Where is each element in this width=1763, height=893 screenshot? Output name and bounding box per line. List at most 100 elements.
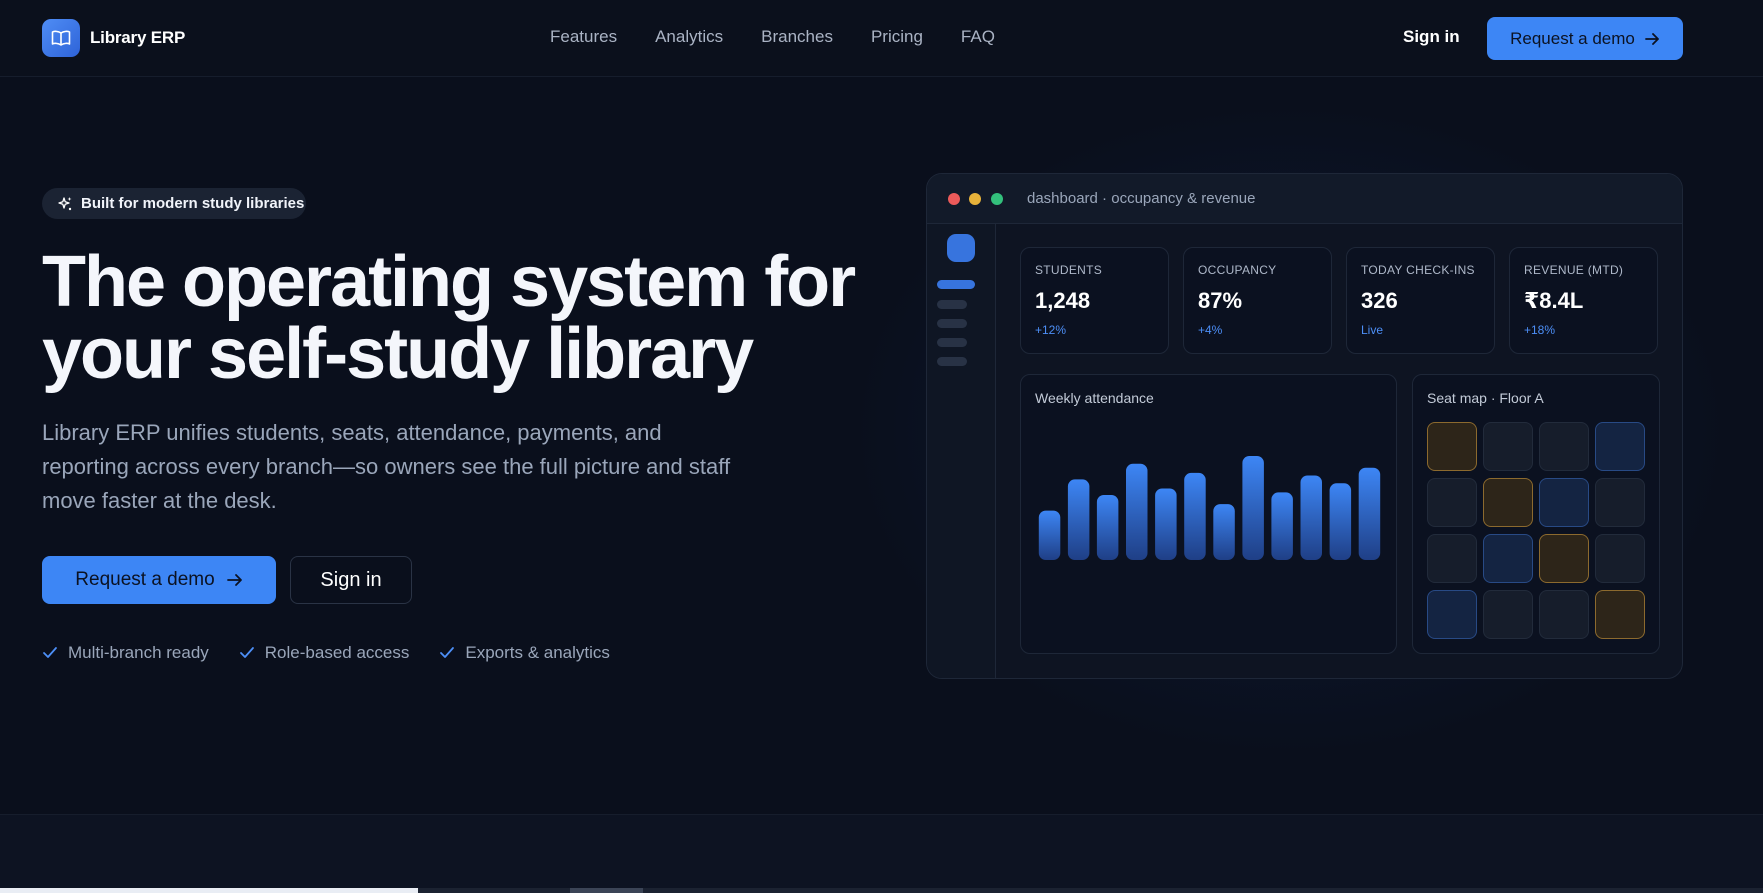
seat-reserved [1483,534,1533,583]
nav-links: Features Analytics Branches Pricing FAQ [550,27,995,47]
sidebar-item-active [937,280,975,289]
attendance-bar [1242,456,1264,560]
kpi-delta: +18% [1524,323,1556,337]
seat-reserved [1539,478,1589,527]
sidebar-item [937,300,967,309]
sparkles-icon [58,196,72,210]
top-navbar: Library ERP Features Analytics Branches … [0,0,1763,77]
nav-link-branches[interactable]: Branches [761,27,833,47]
kpi-value: 326 [1361,288,1398,313]
seat-reserved [1427,590,1477,639]
nav-signin-link[interactable]: Sign in [1403,27,1460,47]
seat-booked [1427,422,1477,471]
feature-item: Exports & analytics [439,643,610,663]
kpi-value: 1,248 [1035,288,1091,313]
nav-request-demo-button[interactable]: Request a demo [1487,17,1683,60]
weekly-attendance-panel: Weekly attendance [1020,374,1397,654]
hero-headline-line1: The operating system for [42,242,856,322]
seat-empty [1539,422,1589,471]
hero-request-demo-button[interactable]: Request a demo [42,556,276,604]
sidebar-logo [947,234,975,262]
hero-headline-line2: your self-study library [42,314,754,394]
window-close-dot [948,193,960,205]
seat-empty [1483,422,1533,471]
seat-empty [1483,590,1533,639]
nav-link-faq[interactable]: FAQ [961,27,995,47]
hero-signin-label: Sign in [320,568,382,591]
kpi-delta: +4% [1198,323,1223,337]
sidebar-item [937,357,967,366]
attendance-bar [1271,492,1293,560]
seat-empty [1427,478,1477,527]
check-icon [440,647,455,658]
seat-reserved [1595,422,1645,471]
sidebar-item [937,338,967,347]
book-icon [42,19,80,57]
hero-headline: The operating system for your self-study… [42,246,902,390]
kpi-delta: +12% [1035,323,1067,337]
attendance-bar [1038,510,1061,560]
kpi-label: STUDENTS [1035,263,1103,277]
check-icon [239,647,254,658]
kpi-card-revenue: REVENUE (MTD) ₹8.4L +18% [1509,247,1658,354]
seat-empty [1539,590,1589,639]
hero-badge: Built for modern study libraries [42,188,306,219]
attendance-bar [1358,467,1381,560]
brand[interactable]: Library ERP [42,19,185,57]
kpi-value: ₹8.4L [1524,288,1584,313]
kpi-value: 87% [1198,288,1243,313]
feature-item: Role-based access [239,643,410,663]
feature-label: Role-based access [264,643,410,662]
window-titlebar: dashboard · occupancy & revenue [927,174,1682,224]
kpi-label: REVENUE (MTD) [1524,263,1624,277]
hero-subtitle: Library ERP unifies students, seats, att… [42,420,731,513]
seat-empty [1427,534,1477,583]
brand-name: Library ERP [90,28,186,47]
seat-booked [1539,534,1589,583]
window-minimize-dot [969,193,981,205]
nav-cta-label: Request a demo [1510,28,1635,48]
nav-link-analytics[interactable]: Analytics [655,27,723,47]
scrollbar-marker [570,888,643,893]
kpi-label: TODAY CHECK-INS [1361,263,1475,277]
attendance-bar [1096,495,1119,560]
feature-list: Multi-branch ready Role-based access Exp… [42,643,610,663]
kpi-card-checkins: TODAY CHECK-INS 326 Live [1346,247,1495,354]
kpi-delta: Live [1361,323,1384,337]
attendance-bar [1155,488,1177,560]
seat-empty [1595,478,1645,527]
feature-label: Multi-branch ready [68,643,209,662]
seat-empty [1595,534,1645,583]
attendance-bar [1329,483,1352,560]
attendance-bar [1300,475,1322,560]
feature-label: Exports & analytics [465,643,610,662]
check-icon [43,647,57,658]
dashboard-preview: dashboard · occupancy & revenue STUDENTS… [926,173,1683,679]
sidebar-item [937,319,967,328]
attendance-bar [1126,463,1148,560]
panel-title: Seat map · Floor A [1427,390,1544,406]
seat-booked [1595,590,1645,639]
horizontal-scrollbar-thumb[interactable] [0,888,418,893]
kpi-card-students: STUDENTS 1,248 +12% [1020,247,1169,354]
attendance-bar-chart [1038,456,1381,560]
dashboard-sidebar [927,224,996,678]
next-section [0,814,1763,893]
nav-link-features[interactable]: Features [550,27,617,47]
hero-cta-label: Request a demo [75,569,215,590]
kpi-label: OCCUPANCY [1198,263,1277,277]
hero-signin-button[interactable]: Sign in [290,556,412,604]
hero-badge-label: Built for modern study libraries [81,195,305,212]
feature-item: Multi-branch ready [42,643,209,663]
arrow-right-icon [1644,32,1659,45]
arrow-right-icon [226,574,242,586]
attendance-bar [1067,479,1090,560]
window-maximize-dot [991,193,1003,205]
attendance-bar [1184,472,1206,560]
seat-booked [1483,478,1533,527]
kpi-card-occupancy: OCCUPANCY 87% +4% [1183,247,1332,354]
window-title: dashboard · occupancy & revenue [1027,190,1256,207]
nav-link-pricing[interactable]: Pricing [871,27,923,47]
seat-map-panel: Seat map · Floor A [1412,374,1660,654]
attendance-bar [1213,504,1235,560]
